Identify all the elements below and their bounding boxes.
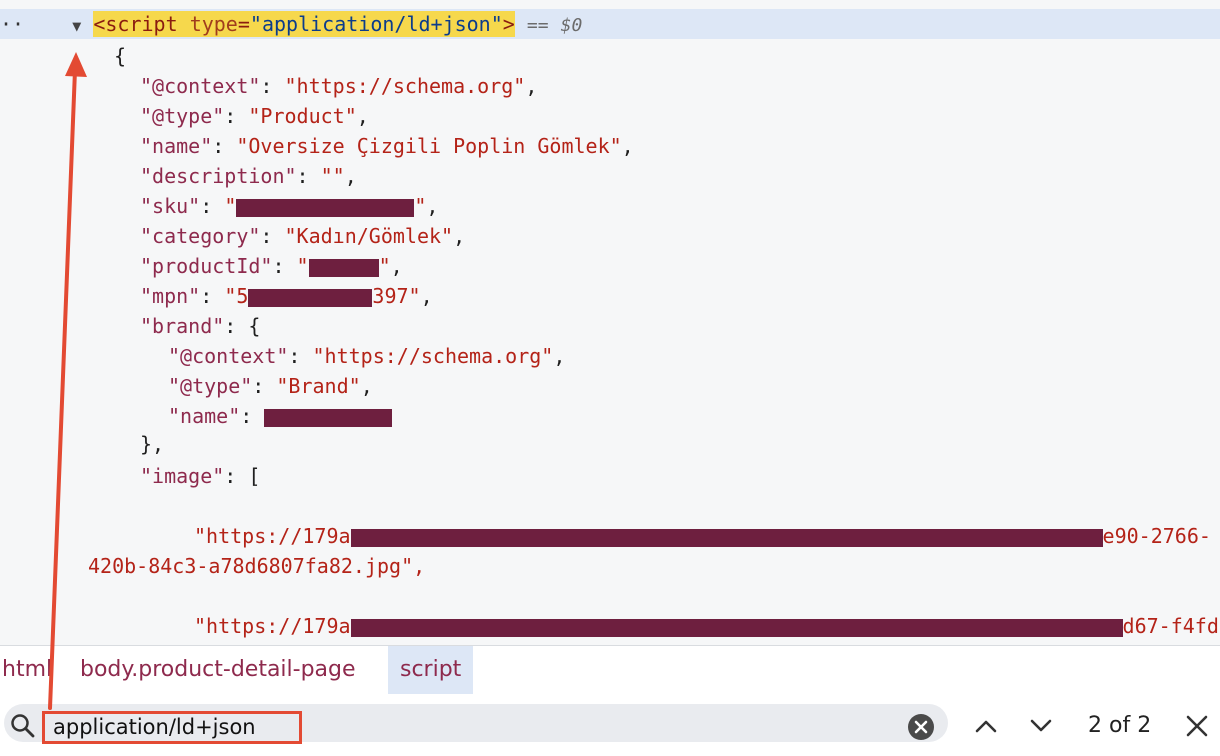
breadcrumb-html[interactable]: html bbox=[0, 646, 64, 694]
row-ellipsis: ·· bbox=[0, 12, 25, 36]
dollar-zero-ref: $0 bbox=[560, 15, 583, 36]
previous-match-chevron-up-icon[interactable] bbox=[972, 714, 1000, 738]
redaction-mark bbox=[248, 288, 373, 307]
json-line-image-1: "https://179a e90-2766- bbox=[194, 524, 1211, 548]
json-line-brand-context: "@context": "https://schema.org", bbox=[168, 344, 566, 368]
json-line-image: "image": [ bbox=[140, 464, 261, 488]
expand-triangle-icon[interactable]: ▼ bbox=[72, 17, 81, 35]
script-open-tag[interactable]: <script type="application/ld+json"> bbox=[93, 11, 515, 37]
redaction-mark bbox=[236, 198, 415, 217]
redaction-mark bbox=[264, 408, 393, 427]
json-line-brand-name: "name": bbox=[168, 401, 393, 431]
equals-marker: == bbox=[526, 15, 549, 36]
redaction-mark bbox=[350, 528, 1103, 547]
json-line-mpn: "mpn": "5 397", bbox=[140, 284, 433, 308]
json-open-brace: { bbox=[114, 44, 127, 68]
next-match-chevron-down-icon[interactable] bbox=[1027, 714, 1055, 738]
selected-node-line[interactable]: ·· ▼ <script type="application/ld+json">… bbox=[0, 9, 582, 39]
json-line-productid: "productId": " ", bbox=[140, 254, 403, 278]
json-line-brand: "brand": { bbox=[140, 314, 261, 338]
json-line-brand-close: }, bbox=[140, 432, 165, 456]
json-line-context: "@context": "https://schema.org", bbox=[140, 74, 538, 98]
json-line-image-2: "https://179ad67-f4fd- bbox=[194, 614, 1220, 638]
json-line-description: "description": "", bbox=[140, 164, 357, 188]
breadcrumb-script[interactable]: script bbox=[388, 646, 474, 694]
match-count: 2 of 2 bbox=[1088, 713, 1152, 738]
json-line-image-1-cont: 420b-84c3-a78d6807fa82.jpg", bbox=[88, 554, 426, 578]
json-line-type: "@type": "Product", bbox=[140, 104, 369, 128]
json-line-name: "name": "Oversize Çizgili Poplin Gömlek"… bbox=[140, 134, 634, 158]
search-icon bbox=[11, 714, 35, 738]
breadcrumb: html body.product-detail-page script bbox=[0, 645, 1220, 695]
redaction-mark bbox=[350, 618, 1123, 637]
redaction-mark bbox=[308, 258, 379, 277]
clear-search-icon[interactable] bbox=[907, 713, 935, 741]
json-line-brand-type: "@type": "Brand", bbox=[168, 374, 373, 398]
elements-tree[interactable]: ·· ▼ <script type="application/ld+json">… bbox=[0, 0, 1220, 645]
search-input[interactable]: application/ld+json bbox=[42, 711, 302, 744]
breadcrumb-body[interactable]: body.product-detail-page bbox=[68, 646, 368, 694]
json-line-category: "category": "Kadın/Gömlek", bbox=[140, 224, 466, 248]
close-search-icon[interactable] bbox=[1184, 713, 1210, 739]
json-line-sku: "sku": " ", bbox=[140, 194, 439, 218]
